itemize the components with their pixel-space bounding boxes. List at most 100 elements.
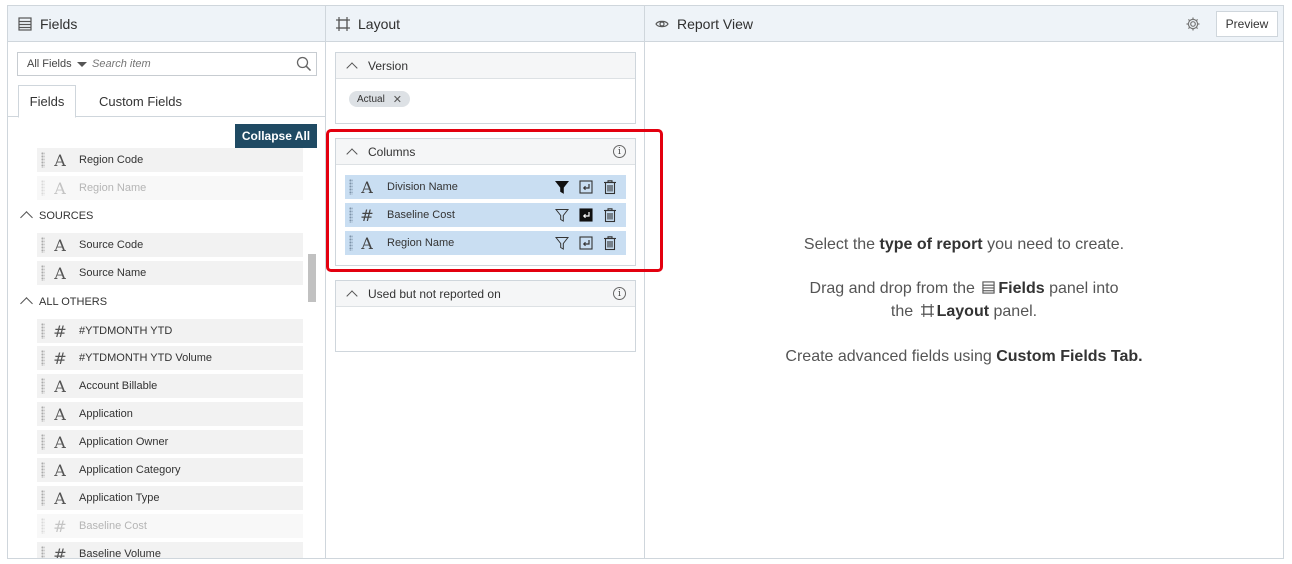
chevron-up-icon <box>346 289 358 302</box>
list-icon <box>982 279 996 301</box>
list-item[interactable]: # #YTDMONTH YTD <box>37 319 303 343</box>
search-icon[interactable] <box>296 56 312 75</box>
text-type-icon: A <box>54 150 66 170</box>
drag-handle <box>41 518 45 534</box>
text-type-icon: A <box>54 178 66 198</box>
list-item[interactable]: A Source Code <box>37 233 303 257</box>
layout-icon <box>920 302 934 324</box>
close-icon[interactable]: ✕ <box>393 93 402 106</box>
field-label: Region Code <box>79 154 144 166</box>
chip-label: Actual <box>357 93 385 105</box>
list-item[interactable]: A Application Category <box>37 458 303 482</box>
gear-icon[interactable] <box>1185 16 1201 35</box>
version-card-title: Version <box>368 58 409 73</box>
report-panel-title: Report View <box>677 15 754 32</box>
preview-button[interactable]: Preview <box>1216 11 1278 37</box>
fields-tabs: Fields Custom Fields <box>8 85 325 118</box>
drag-handle[interactable] <box>41 490 45 506</box>
number-type-icon: # <box>53 348 67 368</box>
drag-handle[interactable] <box>41 350 45 366</box>
field-label: Source Name <box>79 267 147 279</box>
field-label: Account Billable <box>79 380 158 392</box>
group-label: ALL OTHERS <box>39 295 108 308</box>
version-card-header[interactable]: Version <box>336 53 635 79</box>
text-type-icon: A <box>54 263 66 283</box>
field-label: Source Code <box>79 239 144 251</box>
unused-card-title: Used but not reported on <box>368 286 501 301</box>
version-card: Version Actual ✕ <box>335 52 636 124</box>
drag-handle[interactable] <box>41 378 45 394</box>
field-label: #YTDMONTH YTD <box>79 325 173 337</box>
drag-handle[interactable] <box>41 265 45 281</box>
list-item[interactable]: A Source Name <box>37 261 303 285</box>
tab-custom-fields[interactable]: Custom Fields <box>88 85 193 117</box>
list-item[interactable]: A Application Owner <box>37 430 303 454</box>
field-label: Application Owner <box>79 436 169 448</box>
text-type-icon: A <box>54 460 66 480</box>
list-item: # Baseline Cost <box>37 514 303 538</box>
chevron-up-icon <box>346 61 358 74</box>
drag-handle[interactable] <box>41 323 45 339</box>
text-type-icon: A <box>54 235 66 255</box>
layout-panel-header: Layout <box>326 6 644 42</box>
field-label: Application Category <box>79 464 181 476</box>
text-type-icon: A <box>54 488 66 508</box>
group-header-sources[interactable]: SOURCES <box>20 209 94 224</box>
field-filter-dropdown[interactable]: All Fields <box>18 58 92 70</box>
field-label: Baseline Cost <box>79 520 147 532</box>
field-label: Baseline Volume <box>79 548 161 558</box>
drag-handle[interactable] <box>41 462 45 478</box>
number-type-icon: # <box>53 544 67 559</box>
list-item[interactable]: A Application <box>37 402 303 426</box>
text-type-icon: A <box>54 404 66 424</box>
info-icon[interactable]: i <box>613 287 626 300</box>
eye-icon <box>655 17 669 31</box>
fields-panel-header: Fields <box>8 6 325 42</box>
text-type-icon: A <box>54 376 66 396</box>
empty-report-message: Select the type of report you need to cr… <box>645 234 1283 368</box>
instruction-line-1: Select the type of report you need to cr… <box>803 236 1125 253</box>
columns-highlight-annotation <box>326 129 663 272</box>
field-list: A Region Code A Region Name SOURCES A So… <box>8 146 308 558</box>
group-header-all-others[interactable]: ALL OTHERS <box>20 295 108 310</box>
instruction-line-2: Drag and drop from the Fields panel into <box>645 278 1283 301</box>
drag-handle[interactable] <box>41 152 45 168</box>
caret-down-icon <box>76 61 87 67</box>
list-item[interactable]: A Account Billable <box>37 374 303 398</box>
drag-handle[interactable] <box>41 546 45 558</box>
scrollbar-thumb[interactable] <box>308 254 316 302</box>
drag-handle[interactable] <box>41 434 45 450</box>
group-label: SOURCES <box>39 209 94 222</box>
report-panel: Report View Preview Select the type of r… <box>645 6 1283 558</box>
report-builder: Fields All Fields Fields Custom Fields C… <box>7 5 1284 559</box>
instruction-line-3: the Layout panel. <box>645 301 1283 324</box>
field-search-bar: All Fields <box>17 52 317 76</box>
version-chip[interactable]: Actual ✕ <box>349 91 411 107</box>
chevron-up-icon <box>20 211 33 224</box>
field-label: #YTDMONTH YTD Volume <box>79 352 213 364</box>
fields-panel-title: Fields <box>40 15 78 32</box>
collapse-all-button[interactable]: Collapse All <box>235 124 317 148</box>
fields-panel: Fields All Fields Fields Custom Fields C… <box>8 6 326 558</box>
list-item[interactable]: A Region Code <box>37 148 303 172</box>
unused-fields-card: Used but not reported on i <box>335 280 636 352</box>
layout-icon <box>336 16 350 31</box>
unused-card-header[interactable]: Used but not reported on i <box>336 281 635 307</box>
list-icon <box>18 16 32 31</box>
drag-handle <box>41 180 45 196</box>
number-type-icon: # <box>53 516 67 536</box>
field-label: Region Name <box>79 182 147 194</box>
search-input[interactable] <box>92 58 282 70</box>
layout-panel-title: Layout <box>358 15 401 32</box>
drag-handle[interactable] <box>41 237 45 253</box>
field-label: Application <box>79 408 133 420</box>
drag-handle[interactable] <box>41 406 45 422</box>
list-item[interactable]: # Baseline Volume <box>37 542 303 558</box>
text-type-icon: A <box>54 432 66 452</box>
list-item[interactable]: A Application Type <box>37 486 303 510</box>
field-label: Application Type <box>79 492 160 504</box>
list-item[interactable]: # #YTDMONTH YTD Volume <box>37 346 303 370</box>
number-type-icon: # <box>53 321 67 341</box>
tab-fields[interactable]: Fields <box>18 85 76 118</box>
instruction-line-4: Create advanced fields using Custom Fiel… <box>785 348 1143 365</box>
